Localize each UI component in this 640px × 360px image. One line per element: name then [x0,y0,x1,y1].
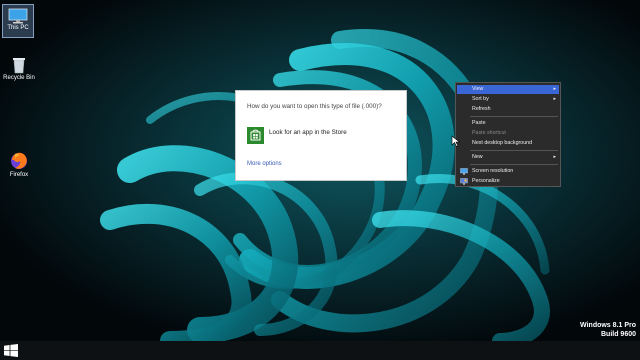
recycle-bin-icon [13,58,25,74]
personalize-icon [460,178,468,185]
windows-version-watermark: Windows 8.1 Pro Build 9600 [580,321,636,339]
menu-item-new[interactable]: New ▸ [457,153,559,162]
menu-item-label: Sort by [472,96,489,102]
more-options-link[interactable]: More options [247,161,282,167]
menu-separator [470,164,558,165]
menu-item-personalize[interactable]: Personalize [457,177,559,186]
menu-separator [470,150,558,151]
desktop-icon-label: Firefox [9,172,29,178]
menu-item-label: New [472,154,483,160]
desktop-context-menu: View ▸ Sort by ▸ Refresh Paste Paste sho… [455,82,561,187]
dialog-title: How do you want to open this type of fil… [247,103,382,110]
menu-separator [470,116,558,117]
watermark-build: Build 9600 [600,331,636,338]
menu-item-view[interactable]: View ▸ [457,85,559,94]
display-icon [460,168,468,175]
watermark-edition: Windows 8.1 Pro [580,322,636,329]
desktop-icon-this-pc[interactable]: This PC [2,4,34,38]
submenu-arrow-icon: ▸ [553,154,556,160]
submenu-arrow-icon: ▸ [553,96,556,102]
menu-item-label: Next desktop background [472,140,533,146]
submenu-arrow-icon: ▸ [553,86,556,92]
menu-item-label: Paste shortcut [472,130,506,136]
taskbar [0,341,640,360]
store-option-label[interactable]: Look for an app in the Store [269,129,347,136]
mouse-cursor-icon [451,135,461,147]
desktop-icon-recycle-bin[interactable]: Recycle Bin [2,56,36,82]
menu-item-label: View [472,86,484,92]
menu-item-label: Refresh [472,106,491,112]
store-icon[interactable] [247,127,264,144]
desktop-icon-firefox[interactable]: Firefox [2,151,36,179]
menu-item-sort-by[interactable]: Sort by ▸ [457,95,559,104]
menu-item-refresh[interactable]: Refresh [457,105,559,114]
menu-item-screen-resolution[interactable]: Screen resolution [457,167,559,176]
open-with-dialog: How do you want to open this type of fil… [235,90,407,181]
menu-item-paste-shortcut: Paste shortcut [457,129,559,138]
windows-start-icon[interactable] [4,344,18,357]
menu-item-paste[interactable]: Paste [457,119,559,128]
menu-item-label: Screen resolution [472,168,514,174]
menu-item-label: Paste [472,120,486,126]
menu-item-next-background[interactable]: Next desktop background [457,139,559,148]
desktop-icon-label: This PC [7,25,29,31]
firefox-icon [11,152,27,169]
computer-icon [8,8,28,24]
desktop-icon-label: Recycle Bin [3,75,35,81]
menu-item-label: Personalize [472,178,500,184]
